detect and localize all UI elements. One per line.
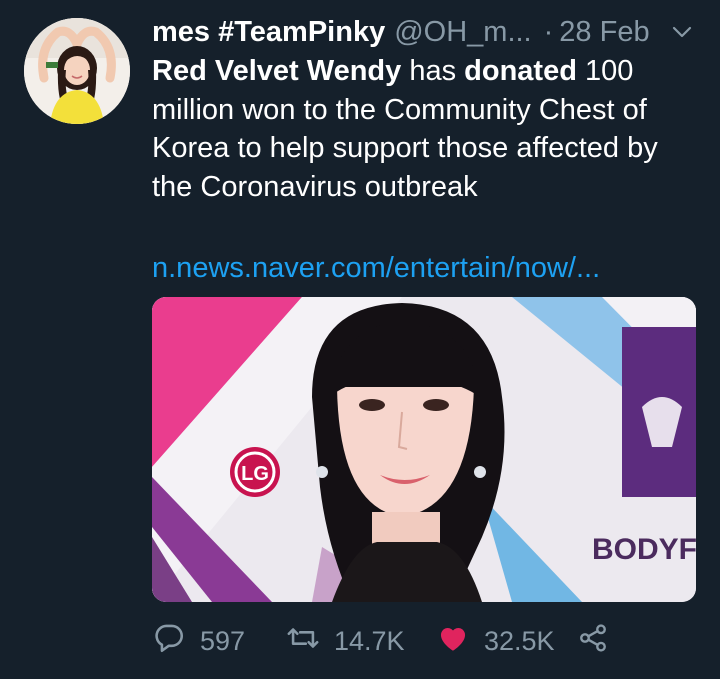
reply-count: 597 (200, 625, 246, 656)
separator-dot: · (543, 16, 554, 48)
retweet-count: 14.7K (334, 625, 405, 656)
media-logo-text: LG (241, 463, 269, 485)
tweet-link[interactable]: n.news.naver.com/entertain/now/... (152, 250, 600, 286)
media-sign-text: BODYFR (592, 533, 696, 566)
like-button[interactable]: 32.5K (436, 618, 555, 664)
retweet-icon (286, 621, 320, 662)
tweet-actions: 597 14.7K 32.5K (152, 618, 652, 664)
tweet-date[interactable]: 28 Feb (559, 14, 649, 50)
share-icon (577, 622, 609, 661)
like-count: 32.5K (484, 625, 555, 656)
avatar[interactable] (24, 18, 130, 124)
tweet-text-bold-verb: donated (464, 55, 577, 87)
tweet-text-bold-subject: Red Velvet Wendy (152, 55, 402, 87)
reply-button[interactable]: 597 (152, 618, 245, 664)
reply-icon (152, 621, 186, 662)
retweet-button[interactable]: 14.7K (286, 618, 405, 664)
share-button[interactable] (577, 618, 609, 664)
heart-icon (436, 621, 470, 662)
chevron-down-icon[interactable] (667, 17, 697, 47)
tweet-text-segment: has (401, 55, 465, 87)
tweet-header: mes #TeamPinky @OH_m... · 28 Feb (152, 14, 697, 50)
tweet-media-image[interactable]: LG BODYFR (152, 297, 696, 602)
tweet-text: Red Velvet Wendy has donated 100 million… (152, 52, 697, 206)
tweet[interactable]: mes #TeamPinky @OH_m... · 28 Feb Red Vel… (0, 0, 720, 679)
user-handle[interactable]: @OH_m... (394, 14, 531, 50)
display-name[interactable]: mes #TeamPinky (152, 14, 385, 50)
